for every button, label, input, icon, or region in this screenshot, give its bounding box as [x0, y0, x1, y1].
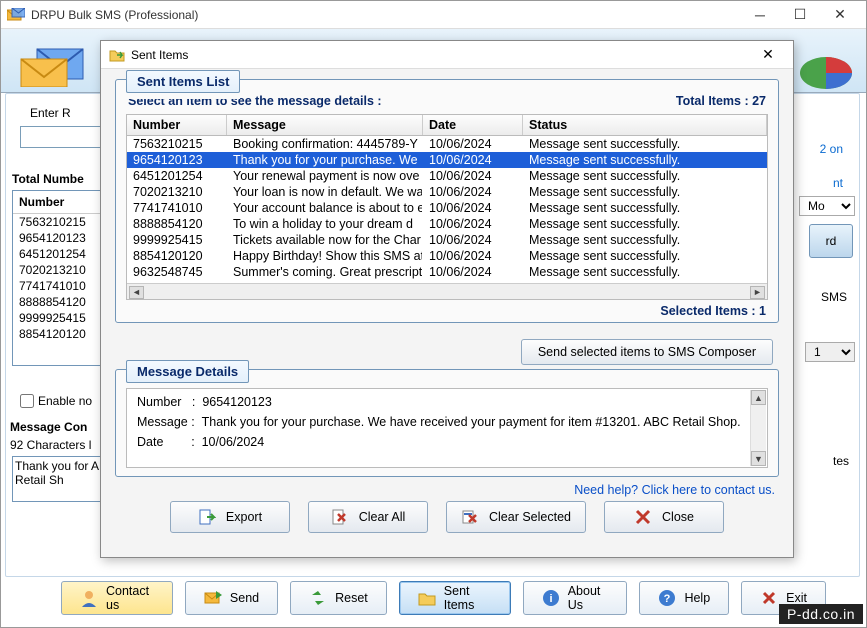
mo-select[interactable]: Mo	[799, 196, 855, 216]
sent-items-grid[interactable]: Number Message Date Status 7563210215Boo…	[126, 114, 768, 300]
selected-items-label: Selected Items : 1	[116, 300, 778, 318]
dialog-title: Sent Items	[131, 48, 751, 62]
detail-date-label: Date	[137, 435, 163, 449]
reset-button[interactable]: Reset	[290, 581, 387, 615]
col-date[interactable]: Date	[423, 115, 523, 135]
col-number[interactable]: Number	[127, 115, 227, 135]
sms-label: SMS	[821, 290, 847, 304]
envelope-arrow-icon	[204, 589, 222, 607]
recipient-input[interactable]	[20, 126, 110, 148]
about-us-button[interactable]: i About Us	[523, 581, 628, 615]
enter-recipient-label: Enter R	[30, 106, 71, 120]
message-details-title: Message Details	[126, 360, 249, 383]
close-button[interactable]: ✕	[820, 2, 860, 28]
clear-all-icon	[331, 508, 349, 526]
grid-header: Number Message Date Status	[127, 115, 767, 136]
message-details-frame: Message Details Number : 9654120123 Mess…	[115, 369, 779, 477]
scroll-up-icon[interactable]: ▲	[751, 390, 766, 405]
scroll-left-icon[interactable]: ◄	[129, 286, 144, 299]
detail-date-value: 10/06/2024	[202, 435, 265, 449]
folder-arrow-icon	[109, 47, 125, 63]
sent-items-list-title: Sent Items List	[126, 70, 240, 93]
table-row[interactable]: 9999925415Tickets available now for the …	[127, 232, 767, 248]
right-fragment-nt: nt	[833, 176, 843, 190]
watermark: P-dd.co.in	[779, 604, 863, 624]
reset-icon	[309, 589, 327, 607]
clear-selected-button[interactable]: Clear Selected	[446, 501, 586, 533]
folder-icon	[418, 589, 436, 607]
col-status[interactable]: Status	[523, 115, 767, 135]
export-icon	[198, 508, 216, 526]
detail-number-value: 9654120123	[202, 395, 272, 409]
send-to-composer-button[interactable]: Send selected items to SMS Composer	[521, 339, 773, 365]
detail-number-label: Number	[137, 395, 181, 409]
window-controls: ─ ☐ ✕	[740, 2, 860, 28]
table-row[interactable]: 6451201254Your renewal payment is now ov…	[127, 168, 767, 184]
clear-selected-icon	[461, 508, 479, 526]
export-button[interactable]: Export	[170, 501, 290, 533]
enable-checkbox-input[interactable]	[20, 394, 34, 408]
grid-horizontal-scrollbar[interactable]: ◄ ►	[127, 283, 767, 300]
scroll-down-icon[interactable]: ▼	[751, 451, 766, 466]
person-icon	[80, 589, 98, 607]
help-icon: ?	[658, 589, 676, 607]
table-row[interactable]: 9654120123Thank you for your purchase. W…	[127, 152, 767, 168]
char-length-label: 92 Characters l	[10, 438, 91, 452]
rd-button[interactable]: rd	[809, 224, 853, 258]
right-fragment-2on: 2 on	[820, 142, 843, 156]
bottom-toolbar: Contact us Send Reset Sent Items i About…	[61, 581, 826, 615]
dialog-titlebar: Sent Items ✕	[101, 41, 793, 69]
detail-message-value: Thank you for your purchase. We have rec…	[202, 415, 741, 429]
help-button[interactable]: ? Help	[639, 581, 729, 615]
message-details-box: Number : 9654120123 Message : Thank you …	[126, 388, 768, 468]
message-content-label: Message Con	[10, 420, 87, 434]
tes-label: tes	[833, 454, 849, 468]
svg-text:?: ?	[664, 593, 671, 605]
contact-us-button[interactable]: Contact us	[61, 581, 173, 615]
details-vertical-scrollbar[interactable]: ▲ ▼	[750, 390, 766, 466]
enable-checkbox[interactable]: Enable no	[20, 394, 92, 408]
info-icon: i	[542, 589, 560, 607]
help-link[interactable]: Need help? Click here to contact us.	[115, 483, 775, 497]
col-message[interactable]: Message	[227, 115, 423, 135]
app-icon	[7, 8, 25, 22]
sent-items-dialog: Sent Items ✕ Sent Items List Select an i…	[100, 40, 794, 558]
one-select[interactable]: 1	[805, 342, 855, 362]
total-number-label: Total Numbe	[12, 172, 84, 186]
clear-all-button[interactable]: Clear All	[308, 501, 428, 533]
main-titlebar: DRPU Bulk SMS (Professional) ─ ☐ ✕	[1, 1, 866, 29]
send-button[interactable]: Send	[185, 581, 278, 615]
scroll-right-icon[interactable]: ►	[750, 286, 765, 299]
pie-chart-icon	[796, 51, 856, 93]
sent-items-list-frame: Sent Items List Select an item to see th…	[115, 79, 779, 323]
dialog-actions: Export Clear All Clear Selected Close	[115, 501, 779, 533]
sent-items-button[interactable]: Sent Items	[399, 581, 511, 615]
app-title: DRPU Bulk SMS (Professional)	[31, 8, 740, 22]
enable-label: Enable no	[38, 394, 92, 408]
table-row[interactable]: 9632548745Summer's coming. Great prescri…	[127, 264, 767, 280]
table-row[interactable]: 7741741010Your account balance is about …	[127, 200, 767, 216]
dialog-body: Sent Items List Select an item to see th…	[101, 69, 793, 533]
envelope-icon	[19, 43, 99, 83]
table-row[interactable]: 7563210215Booking confirmation: 4445789-…	[127, 136, 767, 152]
table-row[interactable]: 7020213210Your loan is now in default. W…	[127, 184, 767, 200]
maximize-button[interactable]: ☐	[780, 2, 820, 28]
svg-text:i: i	[549, 593, 552, 605]
table-row[interactable]: 8888854120 To win a holiday to your drea…	[127, 216, 767, 232]
table-row[interactable]: 8854120120Happy Birthday! Show this SMS …	[127, 248, 767, 264]
total-items-label: Total Items : 27	[676, 94, 766, 108]
close-dialog-button[interactable]: Close	[604, 501, 724, 533]
minimize-button[interactable]: ─	[740, 2, 780, 28]
detail-message-label: Message	[137, 415, 188, 429]
dialog-close-button[interactable]: ✕	[751, 43, 785, 67]
exit-icon	[760, 589, 778, 607]
close-icon	[634, 508, 652, 526]
